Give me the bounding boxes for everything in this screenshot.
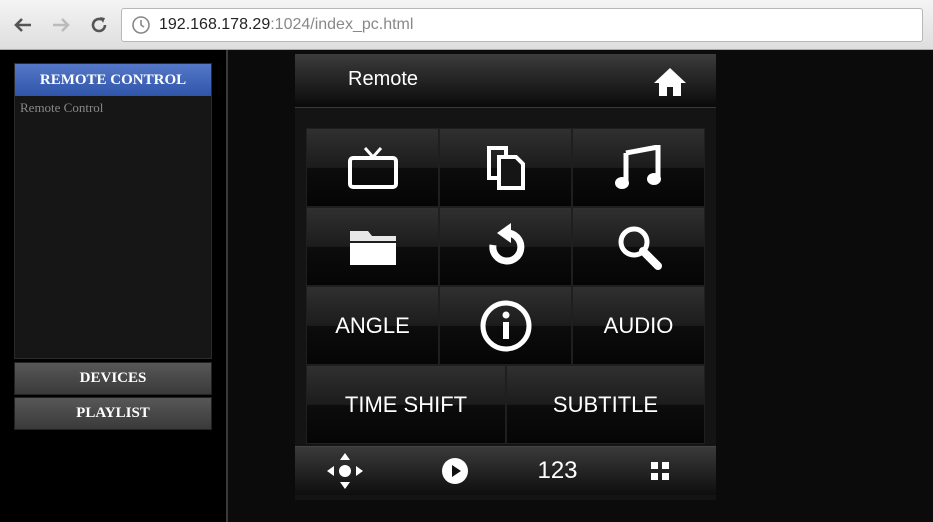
return-icon <box>488 222 524 264</box>
grid-button[interactable] <box>640 447 680 495</box>
forward-button[interactable] <box>48 11 74 39</box>
arrow-right-icon <box>53 18 70 32</box>
audio-label: AUDIO <box>603 312 674 338</box>
time-shift-label: TIME SHIFT <box>344 391 468 417</box>
remote-title: Remote <box>348 68 419 90</box>
address-bar[interactable]: 192.168.178.29:1024/index_pc.html <box>121 8 923 42</box>
info-icon <box>480 300 531 351</box>
copy-button[interactable] <box>439 128 572 207</box>
info-button[interactable] <box>439 286 572 365</box>
search-button[interactable] <box>572 207 705 286</box>
music-note-icon <box>614 144 661 189</box>
time-shift-button[interactable]: TIME SHIFT <box>306 365 506 444</box>
folder-button[interactable] <box>306 207 439 286</box>
remote-header: Remote <box>295 54 716 108</box>
subtitle-button[interactable]: SUBTITLE <box>506 365 705 444</box>
folder-icon <box>349 230 396 265</box>
tv-button[interactable] <box>306 128 439 207</box>
subtitle-label: SUBTITLE <box>552 391 659 417</box>
copy-icon <box>486 145 525 190</box>
browser-toolbar: 192.168.178.29:1024/index_pc.html <box>0 0 933 50</box>
angle-label: ANGLE <box>335 312 410 338</box>
url-path: :1024/index_pc.html <box>270 16 414 33</box>
grid-icon <box>651 462 669 480</box>
back-button[interactable] <box>10 11 36 39</box>
tv-icon <box>347 146 398 189</box>
page-icon <box>132 16 150 34</box>
navigate-icon <box>327 453 363 489</box>
remote-control-panel: REMOTE CONTROL Remote Control <box>14 63 212 359</box>
devices-accordion[interactable]: DEVICES <box>14 362 212 395</box>
playlist-accordion[interactable]: PLAYLIST <box>14 397 212 430</box>
play-button[interactable] <box>430 447 480 495</box>
home-icon[interactable] <box>652 66 688 98</box>
remote-control-header[interactable]: REMOTE CONTROL <box>15 64 211 96</box>
arrow-left-icon <box>14 18 31 32</box>
return-button[interactable] <box>439 207 572 286</box>
angle-button[interactable]: ANGLE <box>306 286 439 365</box>
play-icon <box>442 458 468 484</box>
numpad-button[interactable]: 123 <box>530 447 585 495</box>
reload-button[interactable] <box>86 11 112 39</box>
navigate-button[interactable] <box>320 447 370 495</box>
url-host: 192.168.178.29 <box>159 16 271 33</box>
sidebar: REMOTE CONTROL Remote Control DEVICES PL… <box>0 50 228 522</box>
sidebar-item-remote-control[interactable]: Remote Control <box>15 96 211 120</box>
search-icon <box>618 226 662 270</box>
reload-icon <box>91 17 107 33</box>
audio-button[interactable]: AUDIO <box>572 286 705 365</box>
remote-toolbar: 123 <box>295 446 716 495</box>
remote-panel: Remote ANGLE AUDIO TIME SHIFT SUBTITLE 1… <box>295 54 716 500</box>
music-button[interactable] <box>572 128 705 207</box>
